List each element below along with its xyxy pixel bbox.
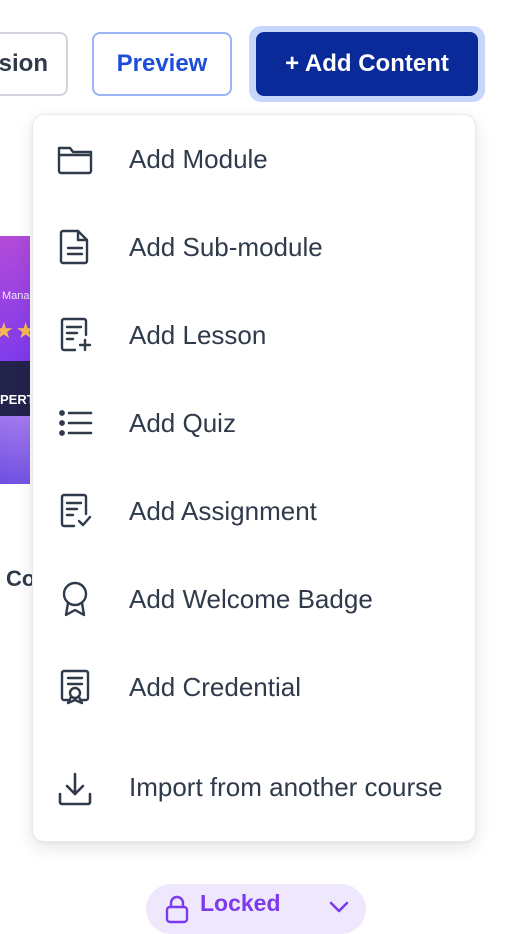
menu-item-add-sub-module[interactable]: Add Sub-module — [33, 203, 477, 291]
menu-item-label: Add Lesson — [129, 319, 267, 350]
add-content-menu: Add Module Add Sub-module Add Lesson Add… — [32, 114, 476, 842]
document-icon — [55, 227, 95, 267]
menu-item-add-welcome-badge[interactable]: Add Welcome Badge — [33, 555, 477, 643]
add-content-button[interactable]: + Add Content — [256, 32, 478, 96]
menu-item-label: Add Welcome Badge — [129, 583, 373, 614]
chevron-down-icon — [326, 894, 352, 920]
download-icon — [55, 769, 95, 809]
folder-icon — [55, 139, 95, 179]
course-thumbnail[interactable]: Manag ★★ PERT — [0, 236, 30, 484]
list-icon — [55, 403, 95, 443]
thumbnail-text: Manag — [2, 290, 30, 302]
locked-label: Locked — [200, 890, 281, 916]
menu-item-add-quiz[interactable]: Add Quiz — [33, 379, 477, 467]
menu-item-label: Import from another course — [129, 772, 443, 802]
badge-icon — [55, 579, 95, 619]
preview-button[interactable]: Preview — [92, 32, 232, 96]
menu-item-label: Add Sub-module — [129, 231, 323, 262]
assignment-check-icon — [55, 491, 95, 531]
rating-stars: ★★ — [0, 318, 30, 343]
menu-item-add-assignment[interactable]: Add Assignment — [33, 467, 477, 555]
menu-item-add-lesson[interactable]: Add Lesson — [33, 291, 477, 379]
credential-icon — [55, 667, 95, 707]
menu-item-import-course[interactable]: Import from another course — [33, 737, 477, 837]
menu-item-add-credential[interactable]: Add Credential — [33, 643, 477, 731]
course-title-partial: Co — [6, 566, 36, 591]
lock-icon — [164, 894, 190, 924]
thumbnail-label: PERT — [0, 392, 30, 407]
menu-item-add-module[interactable]: Add Module — [33, 115, 477, 203]
menu-item-label: Add Assignment — [129, 495, 317, 526]
lesson-add-icon — [55, 315, 95, 355]
menu-item-label: Add Quiz — [129, 407, 236, 438]
menu-item-label: Add Credential — [129, 671, 301, 702]
version-button[interactable]: Version — [0, 32, 68, 96]
menu-item-label: Add Module — [129, 143, 268, 174]
locked-status-dropdown[interactable]: Locked — [146, 884, 366, 934]
